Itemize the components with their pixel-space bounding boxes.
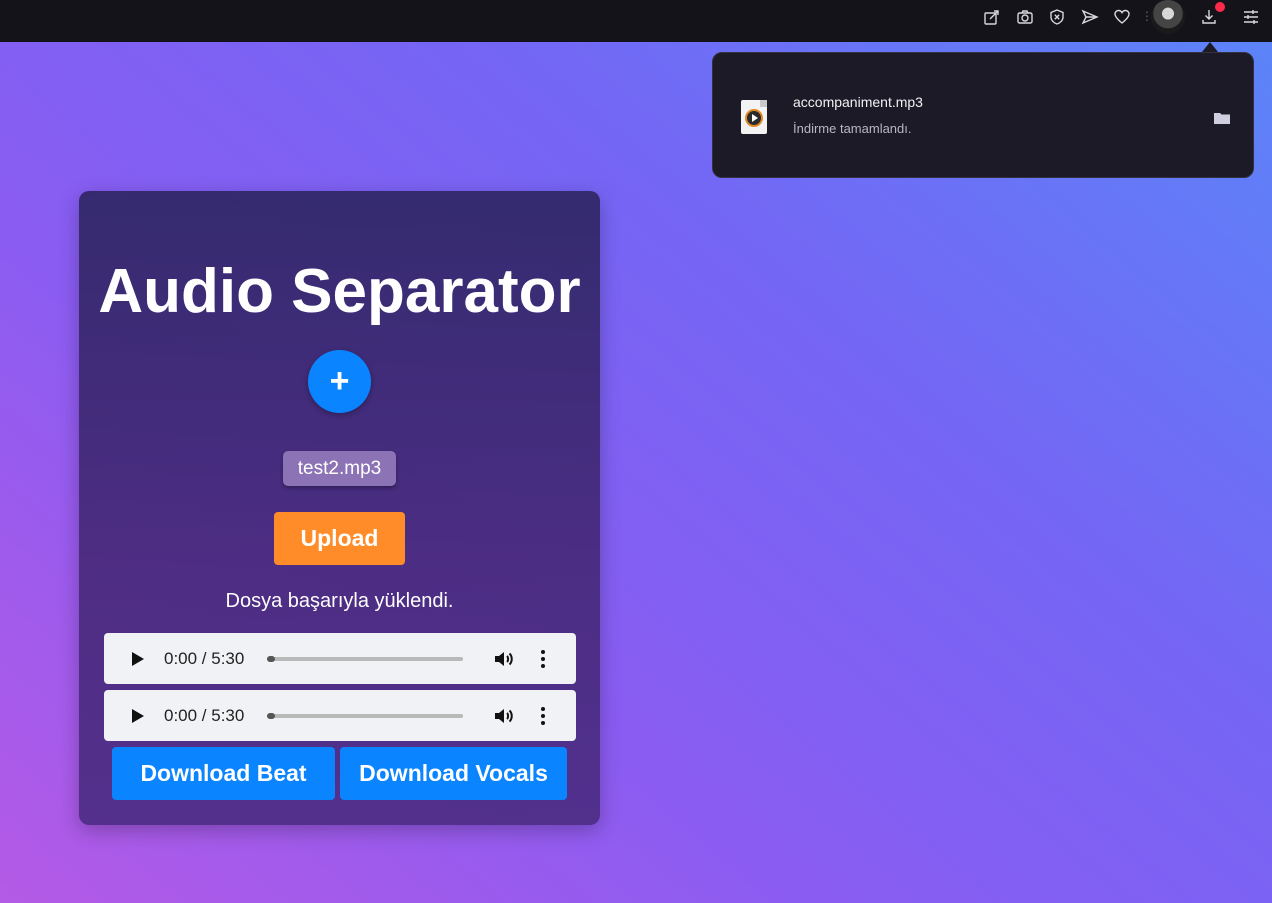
download-beat-button[interactable]: Download Beat [112,747,335,800]
more-options-icon[interactable] [541,649,545,669]
download-panel-caret [1202,42,1218,52]
send-icon[interactable] [1079,6,1101,28]
audio-file-icon[interactable] [741,100,767,134]
shield-icon[interactable] [1046,6,1068,28]
download-vocals-button[interactable]: Download Vocals [340,747,567,800]
edit-share-icon[interactable] [981,6,1003,28]
seek-bar[interactable] [267,657,463,661]
upload-button[interactable]: Upload [274,512,405,565]
audio-separator-card: Audio Separator + test2.mp3 Upload Dosya… [79,191,600,825]
open-folder-icon[interactable] [1213,111,1231,125]
download-badge [1215,2,1225,12]
selected-file-name: test2.mp3 [283,451,396,486]
volume-icon[interactable] [492,648,514,670]
heart-icon[interactable] [1111,6,1133,28]
download-file-name[interactable]: accompaniment.mp3 [793,94,923,110]
player-time: 0:00 / 5:30 [164,706,245,725]
settings-sliders-icon[interactable] [1240,6,1262,28]
seek-bar[interactable] [267,714,463,718]
beat-audio-player: 0:00 / 5:30 [104,633,576,684]
upload-status-message: Dosya başarıyla yüklendi. [225,590,454,612]
seek-thumb[interactable] [267,656,275,662]
browser-toolbar: ⋮ [0,0,1272,42]
download-status: İndirme tamamlandı. [793,121,912,136]
player-time: 0:00 / 5:30 [164,649,245,668]
play-icon[interactable] [132,652,144,666]
add-file-button[interactable]: + [308,350,371,413]
vocals-audio-player: 0:00 / 5:30 [104,690,576,741]
download-panel: accompaniment.mp3 İndirme tamamlandı. [712,52,1254,178]
more-options-icon[interactable] [541,706,545,726]
seek-thumb[interactable] [267,713,275,719]
avatar[interactable] [1151,0,1185,34]
play-icon[interactable] [132,709,144,723]
page-title: Audio Separator [98,257,581,326]
camera-icon[interactable] [1014,6,1036,28]
volume-icon[interactable] [492,705,514,727]
toolbar-separator: ⋮ [1141,9,1153,23]
